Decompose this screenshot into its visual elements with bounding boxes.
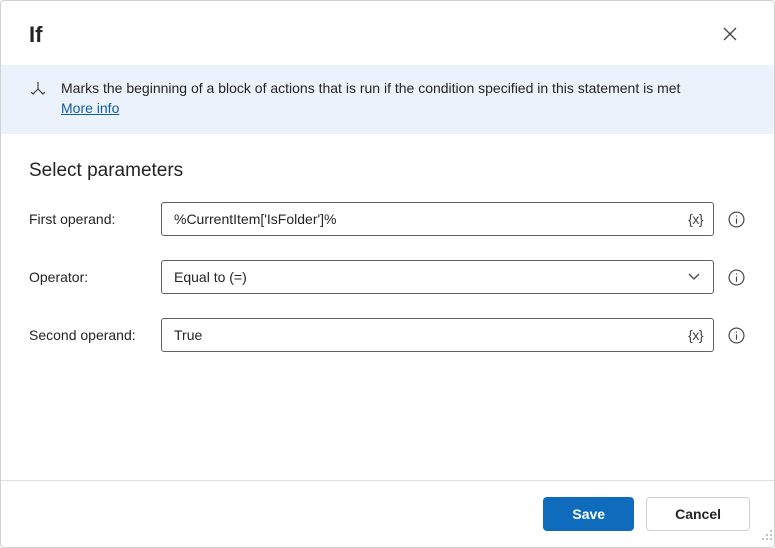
- operator-select[interactable]: Equal to (=): [161, 260, 714, 294]
- operator-value: Equal to (=): [174, 269, 683, 285]
- dialog-footer: Save Cancel: [1, 480, 774, 547]
- save-button[interactable]: Save: [543, 497, 634, 531]
- branch-icon: [29, 81, 47, 104]
- if-dialog: If Marks the beginning of a block of act…: [0, 0, 775, 548]
- variable-picker-icon[interactable]: {x}: [686, 327, 705, 343]
- info-icon[interactable]: [726, 267, 746, 287]
- first-operand-input[interactable]: %CurrentItem['IsFolder']% {x}: [161, 202, 714, 236]
- section-heading: Select parameters: [29, 160, 746, 182]
- title-bar: If: [1, 1, 774, 65]
- first-operand-value: %CurrentItem['IsFolder']%: [174, 211, 686, 227]
- operator-label: Operator:: [29, 269, 149, 285]
- first-operand-label: First operand:: [29, 211, 149, 227]
- variable-picker-icon[interactable]: {x}: [686, 211, 705, 227]
- cancel-button[interactable]: Cancel: [646, 497, 750, 531]
- info-bar: Marks the beginning of a block of action…: [1, 65, 774, 134]
- second-operand-row: Second operand: True {x}: [29, 318, 746, 352]
- more-info-link[interactable]: More info: [61, 100, 119, 116]
- second-operand-input[interactable]: True {x}: [161, 318, 714, 352]
- dialog-title: If: [29, 22, 42, 48]
- second-operand-value: True: [174, 327, 686, 343]
- operator-row: Operator: Equal to (=): [29, 260, 746, 294]
- info-description: Marks the beginning of a block of action…: [61, 80, 680, 96]
- info-icon[interactable]: [726, 209, 746, 229]
- info-text: Marks the beginning of a block of action…: [61, 79, 680, 118]
- second-operand-label: Second operand:: [29, 327, 149, 343]
- first-operand-row: First operand: %CurrentItem['IsFolder']%…: [29, 202, 746, 236]
- info-icon[interactable]: [726, 325, 746, 345]
- dialog-content: Select parameters First operand: %Curren…: [1, 134, 774, 480]
- chevron-down-icon: [683, 269, 705, 286]
- close-button[interactable]: [714, 19, 746, 51]
- close-icon: [723, 27, 737, 44]
